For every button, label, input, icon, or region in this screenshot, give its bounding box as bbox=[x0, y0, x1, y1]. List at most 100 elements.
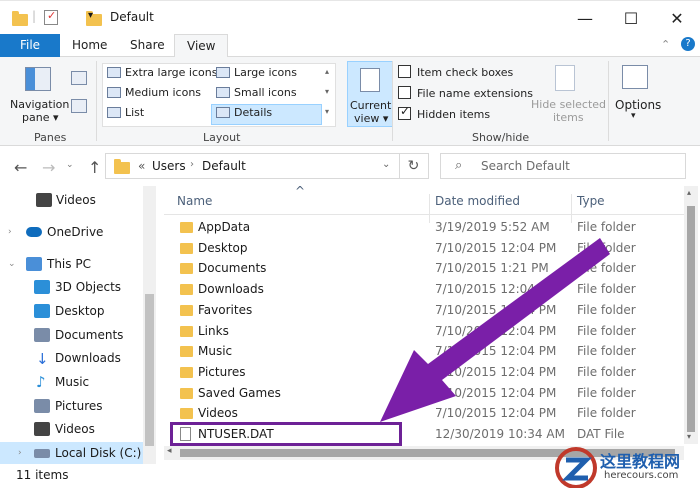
back-arrow-icon[interactable]: ← bbox=[14, 158, 27, 177]
layout-details[interactable]: Details bbox=[216, 106, 272, 119]
group-separator bbox=[96, 61, 97, 141]
scrollbar-thumb[interactable] bbox=[145, 294, 154, 446]
folder-icon bbox=[180, 366, 193, 378]
nav-item-videos-pc[interactable]: Videos bbox=[0, 418, 146, 440]
desktop-icon bbox=[34, 304, 50, 318]
hide-selected-icon bbox=[555, 65, 575, 91]
column-name[interactable]: Name bbox=[177, 194, 212, 208]
tab-file[interactable]: File bbox=[0, 34, 60, 57]
scroll-down-icon[interactable]: ▾ bbox=[687, 432, 691, 441]
file-name-extensions-checkbox[interactable]: File name extensions bbox=[398, 86, 533, 100]
nav-item-downloads[interactable]: ↓ Downloads bbox=[0, 347, 146, 369]
expand-chevron-icon[interactable]: › bbox=[18, 442, 22, 464]
group-label-show-hide: Show/hide bbox=[472, 131, 530, 144]
item-count: 11 items bbox=[16, 468, 69, 482]
scroll-up-icon[interactable]: ▴ bbox=[687, 188, 691, 197]
navigation-pane-sublabel[interactable]: pane ▾ bbox=[22, 111, 59, 124]
video-icon bbox=[36, 193, 52, 207]
maximize-button[interactable]: ☐ bbox=[608, 1, 654, 35]
vertical-scrollbar[interactable]: ▴ ▾ bbox=[684, 186, 698, 444]
layout-extra-large-icons[interactable]: Extra large icons bbox=[107, 66, 217, 79]
title-bar: | ✓ ▾ Default — ☐ ✕ bbox=[0, 0, 700, 34]
current-view-button[interactable]: Current view ▾ bbox=[347, 61, 393, 127]
help-icon[interactable]: ? bbox=[681, 37, 695, 51]
scrollbar-thumb[interactable] bbox=[687, 206, 695, 432]
address-dropdown-icon[interactable]: ⌄ bbox=[382, 159, 390, 170]
small-icons-icon bbox=[216, 87, 230, 98]
properties-icon[interactable]: ✓ bbox=[44, 9, 58, 25]
folder-icon bbox=[180, 346, 193, 358]
column-date-modified[interactable]: Date modified bbox=[435, 194, 520, 208]
group-separator bbox=[392, 61, 393, 141]
scroll-left-icon[interactable]: ◂ bbox=[167, 446, 172, 456]
search-input[interactable]: ⌕ Search Default bbox=[440, 153, 686, 179]
music-icon: ♪ bbox=[36, 373, 46, 391]
nav-item-local-disk[interactable]: › Local Disk (C:) bbox=[0, 442, 146, 464]
folder-icon bbox=[180, 408, 193, 420]
nav-pane-scrollbar[interactable] bbox=[143, 186, 156, 464]
layout-scroll-up-icon[interactable]: ▴ bbox=[325, 67, 329, 76]
cloud-icon bbox=[26, 227, 42, 237]
group-separator bbox=[608, 61, 609, 141]
refresh-button[interactable]: ↻ bbox=[399, 153, 429, 179]
breadcrumb-overflow[interactable]: « bbox=[138, 159, 145, 173]
address-bar[interactable]: « Users › Default ⌄ bbox=[105, 153, 400, 179]
item-check-boxes-checkbox[interactable]: Item check boxes bbox=[398, 65, 513, 79]
extra-large-icons-icon bbox=[107, 67, 121, 78]
large-icons-icon bbox=[216, 67, 230, 78]
customize-quick-access-icon[interactable]: ▾ bbox=[88, 10, 93, 28]
details-icon bbox=[216, 107, 230, 118]
folder-icon bbox=[180, 387, 193, 399]
forward-arrow-icon[interactable]: → bbox=[42, 158, 55, 177]
nav-item-this-pc[interactable]: ⌄ This PC bbox=[0, 253, 146, 275]
nav-item-music[interactable]: ♪ Music bbox=[0, 371, 146, 393]
column-type[interactable]: Type bbox=[577, 194, 605, 208]
file-name: Downloads bbox=[198, 282, 264, 297]
tab-home[interactable]: Home bbox=[60, 34, 119, 57]
watermark-title: 这里教程网 bbox=[600, 452, 681, 471]
recent-locations-icon[interactable]: ⌄ bbox=[66, 160, 74, 170]
nav-item-label: 3D Objects bbox=[55, 280, 122, 294]
drive-icon bbox=[34, 449, 50, 458]
options-dropdown-icon[interactable]: ▾ bbox=[631, 111, 636, 121]
hidden-items-checkbox[interactable]: Hidden items bbox=[398, 104, 490, 121]
nav-item-videos[interactable]: Videos bbox=[0, 189, 146, 211]
folder-icon bbox=[180, 263, 193, 275]
layout-small-icons[interactable]: Small icons bbox=[216, 86, 297, 99]
sort-ascending-icon: ^ bbox=[295, 184, 306, 198]
layout-more-icon[interactable]: ▾ bbox=[325, 107, 329, 116]
video-icon bbox=[34, 422, 50, 436]
minimize-button[interactable]: — bbox=[562, 1, 608, 35]
nav-item-onedrive[interactable]: › OneDrive bbox=[0, 221, 146, 243]
nav-item-label: OneDrive bbox=[47, 225, 104, 239]
options-button[interactable]: Options bbox=[615, 98, 661, 112]
preview-pane-icon[interactable] bbox=[71, 71, 87, 85]
layout-large-icons[interactable]: Large icons bbox=[216, 66, 297, 79]
up-arrow-icon[interactable]: ↑ bbox=[88, 158, 101, 177]
nav-item-documents[interactable]: Documents bbox=[0, 324, 146, 346]
checkbox-icon bbox=[398, 65, 411, 78]
collapse-chevron-icon[interactable]: ⌄ bbox=[8, 253, 16, 275]
nav-item-pictures[interactable]: Pictures bbox=[0, 395, 146, 417]
layout-scroll-down-icon[interactable]: ▾ bbox=[325, 87, 329, 96]
navigation-pane-button[interactable]: Navigation bbox=[10, 98, 69, 111]
tab-view[interactable]: View bbox=[174, 34, 229, 58]
details-pane-icon[interactable] bbox=[71, 99, 87, 113]
breadcrumb-default[interactable]: Default bbox=[202, 159, 246, 173]
layout-medium-icons[interactable]: Medium icons bbox=[107, 86, 201, 99]
document-icon bbox=[34, 328, 50, 342]
collapse-ribbon-icon[interactable]: ⌃ bbox=[661, 38, 670, 51]
breadcrumb-users[interactable]: Users bbox=[152, 159, 186, 173]
file-name: Documents bbox=[198, 261, 267, 276]
nav-item-label: This PC bbox=[47, 257, 91, 271]
nav-item-3d-objects[interactable]: 3D Objects bbox=[0, 276, 146, 298]
breadcrumb-separator-icon: › bbox=[190, 159, 194, 170]
tab-share[interactable]: Share bbox=[118, 34, 177, 57]
folder-icon bbox=[180, 325, 193, 337]
close-button[interactable]: ✕ bbox=[654, 1, 700, 35]
current-view-icon bbox=[360, 68, 380, 92]
nav-item-desktop[interactable]: Desktop bbox=[0, 300, 146, 322]
expand-chevron-icon[interactable]: › bbox=[8, 221, 12, 243]
layout-list[interactable]: List bbox=[107, 106, 144, 119]
hide-selected-button[interactable]: Hide selected bbox=[531, 98, 606, 111]
